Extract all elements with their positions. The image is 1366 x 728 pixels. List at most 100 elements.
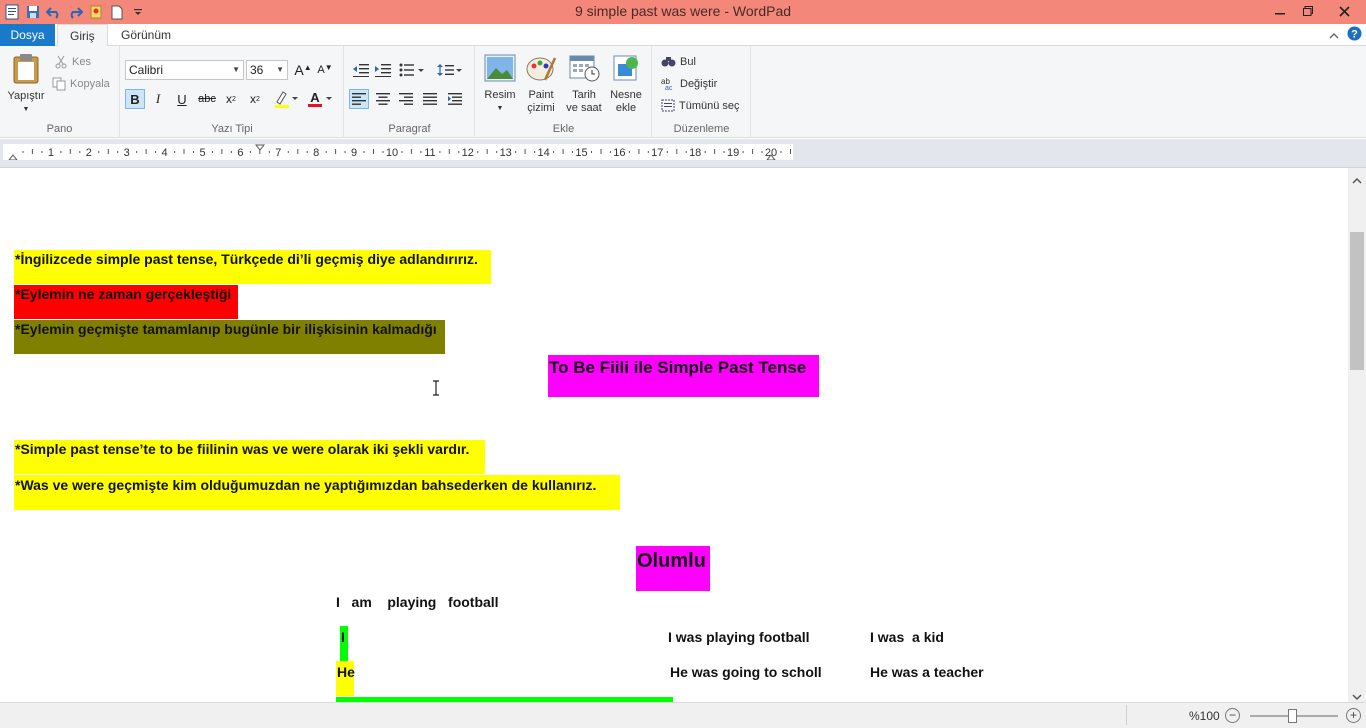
restore-icon[interactable]: [1294, 0, 1322, 22]
doc-line-5[interactable]: *Was ve were geçmişte kim olduğumuzdan n…: [14, 475, 620, 510]
binoculars-icon: [661, 57, 676, 67]
ruler-tick: [524, 149, 526, 154]
select-all-button[interactable]: Tümünü seç: [661, 99, 740, 112]
font-group-label: Yazı Tipi: [211, 123, 253, 135]
paragraph-settings-icon[interactable]: [445, 89, 465, 109]
ruler-tick: [638, 149, 640, 154]
ruler-number: 12: [462, 147, 474, 159]
align-center-icon[interactable]: [373, 89, 393, 109]
font-color-icon[interactable]: A: [305, 89, 335, 109]
ribbon-right-controls: ?: [1329, 26, 1362, 46]
tab-view[interactable]: Görünüm: [109, 24, 183, 46]
status-divider: [1126, 705, 1127, 725]
ribbon-tabs: Dosya Giriş Görünüm ?: [0, 24, 1366, 47]
ruler-tick: [117, 151, 119, 153]
decrease-indent-icon[interactable]: [351, 60, 371, 80]
paint-icon: [526, 57, 557, 81]
ruler-tick: [306, 151, 308, 153]
zoom-out-icon[interactable]: −: [1225, 708, 1240, 723]
copy-icon: [52, 77, 66, 91]
doc-line-2[interactable]: *Eylemin ne zaman gerçekleştiği: [14, 285, 238, 319]
zoom-slider-thumb[interactable]: [1288, 709, 1297, 723]
ruler-tick: [600, 149, 602, 154]
close-icon[interactable]: [1322, 0, 1366, 22]
paste-button[interactable]: Yapıştır ▼: [4, 52, 48, 116]
ruler-tick: [752, 149, 754, 154]
ruler-tick: [591, 151, 592, 153]
tab-file[interactable]: Dosya: [0, 24, 55, 46]
cut-button[interactable]: Kes: [54, 55, 91, 69]
ruler-tick: [714, 149, 716, 154]
doc-pronoun-i[interactable]: I: [340, 626, 348, 661]
paragraph-group-label: Paragraf: [388, 123, 431, 135]
shrink-font-icon[interactable]: A ▼: [315, 60, 335, 80]
subscript-icon[interactable]: x2: [221, 89, 241, 109]
left-indent-marker[interactable]: [7, 154, 19, 161]
ruler-number: 17: [651, 147, 663, 159]
ruler-tick: [515, 151, 517, 153]
doc-pronoun-he[interactable]: He: [336, 661, 355, 696]
minimize-ribbon-icon[interactable]: [1329, 27, 1339, 45]
ruler-tick: [31, 149, 33, 154]
ruler-tick: [335, 149, 337, 154]
doc-line-1[interactable]: *İngilizcede simple past tense, Türkçede…: [14, 250, 491, 284]
ruler-tick: [790, 149, 791, 154]
font-family-select[interactable]: Calibri ▼: [125, 60, 244, 80]
underline-icon[interactable]: U: [172, 89, 192, 109]
doc-line-3[interactable]: *Eylemin geçmişte tamamlanıp bugünle bir…: [14, 320, 445, 354]
doc-line-4[interactable]: *Simple past tense’te to be fiilinin was…: [14, 440, 485, 474]
date-label-1: Tarih: [572, 89, 596, 101]
insert-picture-button[interactable]: Resim ▼: [482, 54, 518, 115]
date-time-button[interactable]: Tarih ve saat: [564, 54, 604, 115]
svg-text:A: A: [310, 90, 320, 105]
document-area[interactable]: *İngilizcede simple past tense, Türkçede…: [0, 168, 1348, 702]
grow-font-icon[interactable]: A ▲: [293, 60, 313, 80]
calendar-clock-icon: [569, 55, 600, 82]
highlight-color-icon[interactable]: [271, 89, 301, 109]
ruler-tick: [761, 151, 763, 153]
first-line-indent-marker[interactable]: [254, 144, 266, 151]
window-title: 9 simple past was were - WordPad: [574, 3, 792, 19]
insert-object-button[interactable]: Nesne ekle: [606, 54, 646, 115]
find-button[interactable]: Bul: [661, 55, 696, 68]
clipboard-group: Yapıştır ▼ Kes Kopyala Pano: [0, 46, 120, 138]
vertical-scrollbar[interactable]: [1348, 168, 1366, 702]
line-spacing-icon[interactable]: [435, 60, 465, 80]
bold-icon[interactable]: B: [125, 89, 145, 109]
ruler-tick: [439, 151, 441, 153]
doc-example-4[interactable]: He was going to scholl: [670, 664, 822, 680]
bullet-list-icon[interactable]: [397, 60, 427, 80]
paint-drawing-button[interactable]: Paint çizimi: [522, 54, 560, 115]
doc-example-1[interactable]: I am playing football: [336, 594, 499, 610]
doc-heading-1[interactable]: To Be Fiili ile Simple Past Tense: [548, 355, 819, 397]
object-label-1: Nesne: [610, 89, 642, 101]
ruler-tick: [486, 149, 488, 154]
doc-heading-2[interactable]: Olumlu: [636, 546, 710, 591]
tab-home[interactable]: Giriş: [57, 24, 108, 47]
picture-label: Resim: [484, 89, 516, 101]
ruler[interactable]: 1 2 3 4 5 6 7 8 9 10 11 12 13 14 15 16 17 18 19 20: [3, 144, 793, 161]
replace-button[interactable]: ab ac Değiştir: [661, 77, 717, 90]
replace-icon: abac: [661, 77, 673, 90]
ruler-tick: [676, 149, 678, 154]
align-right-icon[interactable]: [396, 89, 416, 109]
minimize-icon[interactable]: [1266, 0, 1294, 22]
doc-example-3[interactable]: I was a kid: [870, 629, 944, 645]
zoom-in-icon[interactable]: +: [1346, 708, 1361, 723]
increase-indent-icon[interactable]: [373, 60, 393, 80]
doc-example-2[interactable]: I was playing football: [668, 629, 810, 645]
align-left-icon[interactable]: [349, 89, 369, 109]
justify-icon[interactable]: [420, 89, 440, 109]
doc-example-5[interactable]: He was a teacher: [870, 664, 984, 680]
scroll-up-icon[interactable]: [1352, 172, 1362, 190]
strikethrough-icon[interactable]: abc: [197, 89, 217, 109]
help-icon[interactable]: ?: [1347, 26, 1362, 46]
ruler-number: 10: [386, 147, 398, 159]
italic-icon[interactable]: I: [148, 89, 168, 109]
font-family-value: Calibri: [129, 63, 164, 77]
copy-button[interactable]: Kopyala: [52, 77, 110, 91]
scrollbar-thumb[interactable]: [1350, 232, 1364, 370]
font-size-select[interactable]: 36 ▼: [246, 60, 288, 80]
superscript-icon[interactable]: x2: [245, 89, 265, 109]
ruler-tick: [647, 151, 649, 153]
